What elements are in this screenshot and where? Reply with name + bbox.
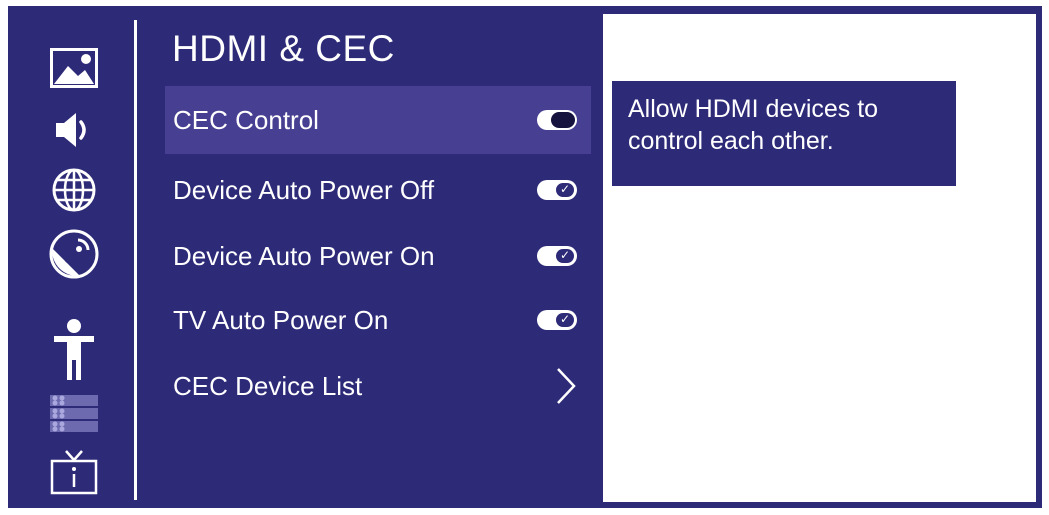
- page-title: HDMI & CEC: [172, 28, 395, 69]
- tv-auto-power-on-toggle[interactable]: ✓: [537, 310, 577, 330]
- satellite-icon[interactable]: [48, 228, 100, 280]
- menu-item-label: TV Auto Power On: [173, 304, 389, 335]
- device-auto-power-on-toggle[interactable]: ✓: [537, 246, 577, 266]
- help-text: Allow HDMI devices to control each other…: [612, 81, 956, 186]
- menu-item-label: CEC Device List: [173, 370, 363, 401]
- cec-control-toggle[interactable]: [537, 110, 577, 130]
- menu-item-device-auto-power-on[interactable]: Device Auto Power On ✓: [165, 222, 591, 290]
- info-panel: Allow HDMI devices to control each other…: [603, 14, 1036, 502]
- chevron-right-icon: [555, 366, 577, 413]
- menu-item-label: Device Auto Power On: [173, 240, 435, 271]
- device-auto-power-off-toggle[interactable]: ✓: [537, 180, 577, 200]
- menu-item-cec-control[interactable]: CEC Control: [165, 86, 591, 154]
- menu-item-label: CEC Control: [173, 104, 319, 135]
- accessibility-icon[interactable]: [48, 316, 100, 384]
- picture-icon[interactable]: [48, 42, 100, 94]
- menu-item-cec-device-list[interactable]: CEC Device List: [165, 352, 591, 420]
- channel-list-icon[interactable]: [48, 388, 100, 440]
- sound-icon[interactable]: [48, 104, 100, 156]
- menu-item-device-auto-power-off[interactable]: Device Auto Power Off ✓: [165, 156, 591, 224]
- settings-screen: HDMI & CEC CEC Control Device Auto Power…: [8, 6, 1042, 508]
- menu-item-label: Device Auto Power Off: [173, 174, 435, 205]
- category-rail: [8, 6, 137, 508]
- menu-item-tv-auto-power-on[interactable]: TV Auto Power On ✓: [165, 286, 591, 354]
- settings-menu-panel: HDMI & CEC CEC Control Device Auto Power…: [8, 6, 596, 508]
- tv-info-icon[interactable]: [48, 446, 100, 498]
- network-icon[interactable]: [48, 164, 100, 216]
- rail-divider: [134, 20, 137, 500]
